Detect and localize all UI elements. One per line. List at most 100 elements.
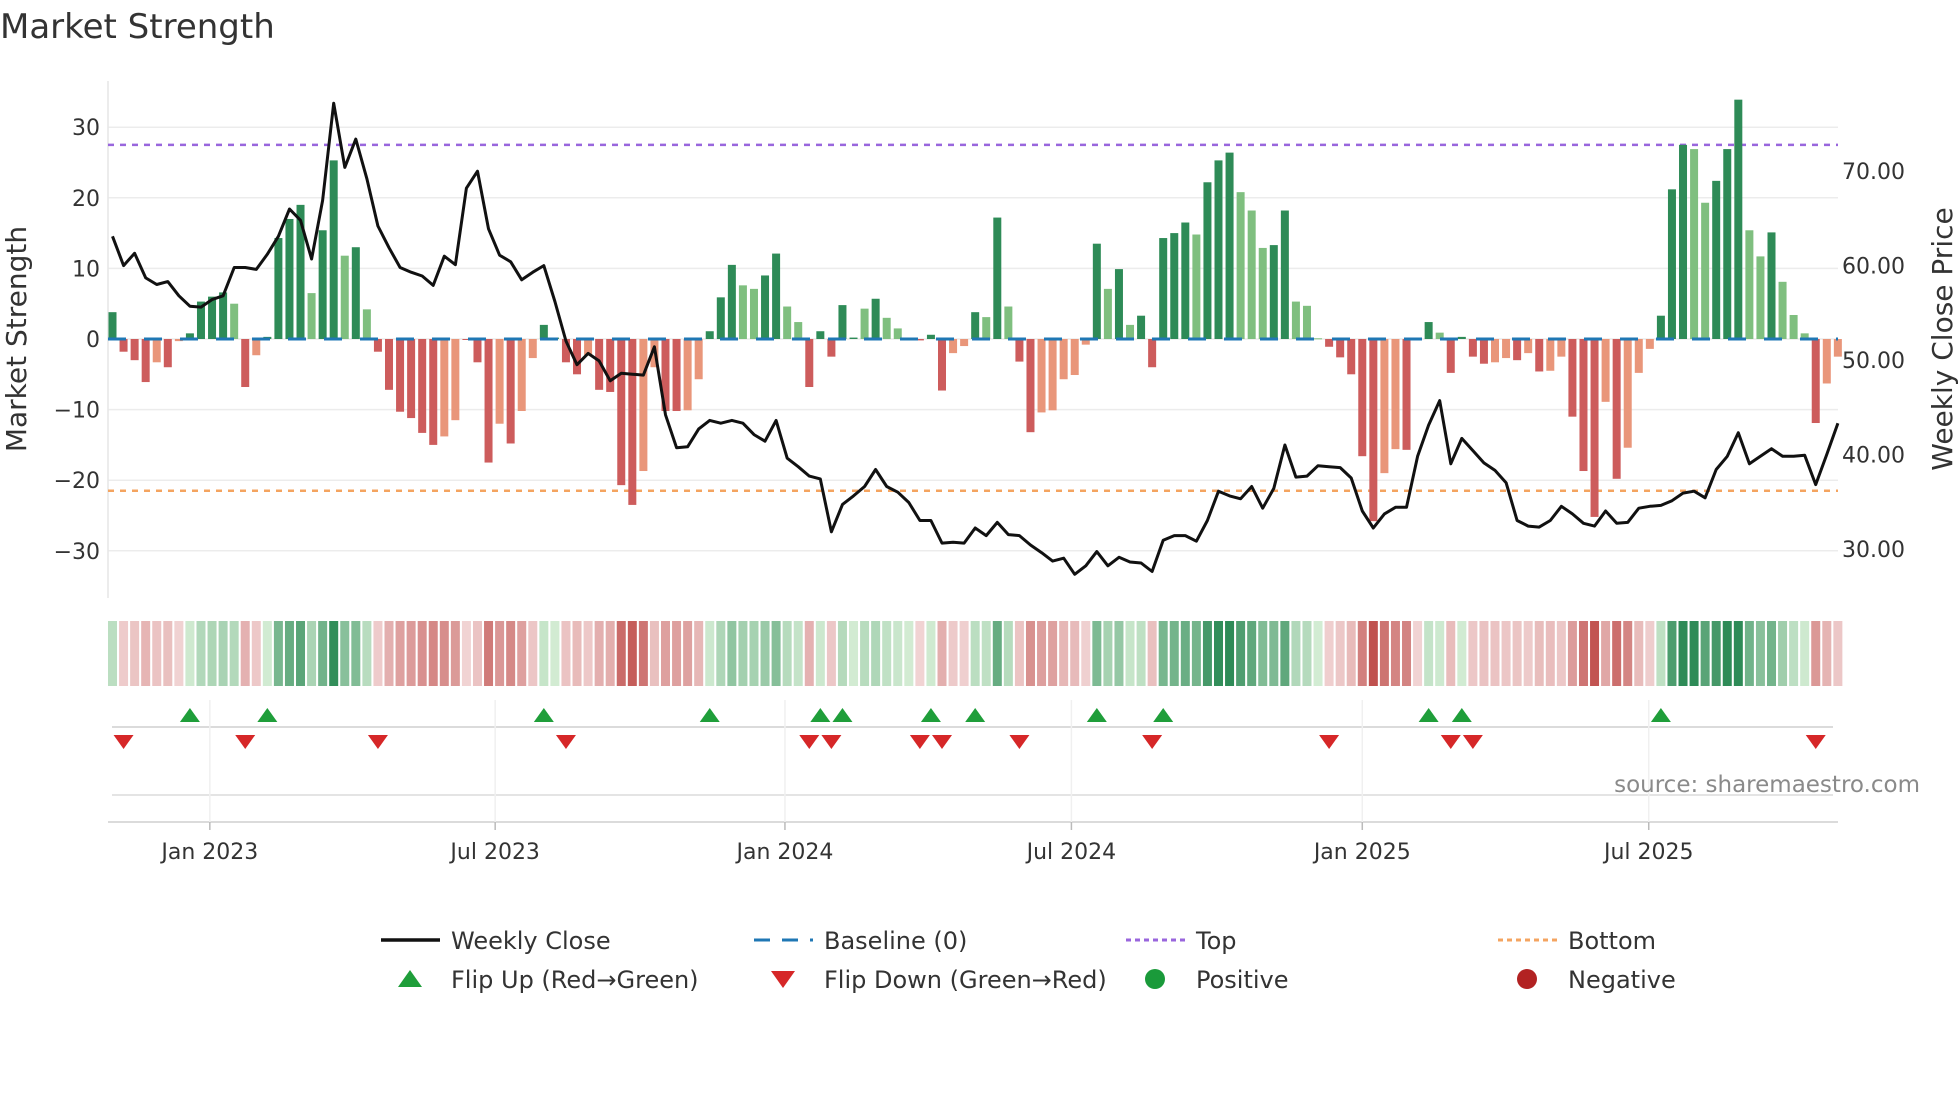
flip-up-marker — [699, 708, 720, 722]
strength-bar — [1491, 339, 1499, 363]
heat-cell — [1214, 621, 1223, 686]
heat-cell — [373, 621, 383, 686]
strength-bar — [1579, 339, 1588, 472]
heat-cell — [1025, 621, 1035, 686]
heat-cell — [826, 621, 836, 686]
strength-bar — [893, 328, 902, 339]
heat-cell — [185, 621, 195, 686]
heat-cell — [296, 621, 306, 686]
flip-up-marker — [257, 708, 278, 722]
heat-cell — [583, 621, 593, 686]
x-tick-label: Jan 2025 — [1312, 840, 1411, 865]
strength-bar — [1557, 339, 1566, 357]
heat-cell — [517, 621, 527, 686]
heat-cell — [1269, 621, 1279, 686]
strength-bar — [108, 312, 117, 339]
heat-cell — [130, 621, 140, 686]
strength-bar — [1380, 339, 1389, 474]
heat-cell — [1302, 621, 1312, 686]
heat-cell — [937, 621, 947, 686]
strength-bar — [1667, 189, 1676, 339]
legend-item: Baseline (0) — [754, 927, 967, 955]
heat-cell — [1612, 621, 1622, 686]
heat-cell — [815, 621, 825, 686]
heat-cell — [1070, 621, 1080, 686]
heat-cell — [506, 621, 516, 686]
flip-markers — [113, 708, 1826, 749]
right-y-tick-label: 50.00 — [1842, 349, 1905, 374]
strength-bar — [1114, 269, 1123, 339]
strength-bar — [407, 339, 416, 419]
heat-cell — [694, 621, 704, 686]
strength-bar — [1092, 243, 1101, 339]
heat-cell — [1711, 621, 1721, 686]
legend-item: Weekly Close — [381, 927, 611, 955]
y-tick-label: 0 — [86, 328, 100, 353]
strength-bar — [1126, 324, 1135, 339]
legend-item: Negative — [1517, 966, 1676, 994]
legend-item: Top — [1126, 927, 1237, 955]
strength-bar — [1778, 281, 1787, 339]
heat-cell — [1578, 621, 1588, 686]
right-y-tick-label: 70.00 — [1842, 160, 1905, 185]
strength-bar — [860, 308, 869, 339]
strength-bar — [1568, 339, 1577, 417]
heat-cell — [860, 621, 870, 686]
strength-bar — [1634, 339, 1643, 373]
heat-cell — [1800, 621, 1810, 686]
strength-bar — [1502, 339, 1511, 359]
x-tick-label: Jul 2025 — [1602, 840, 1694, 865]
flip-down-marker — [799, 735, 820, 749]
heat-cell — [1733, 621, 1743, 686]
strength-bar — [1701, 202, 1710, 339]
strength-bar — [252, 339, 261, 356]
heat-cell — [1755, 621, 1765, 686]
strength-bar — [373, 339, 382, 352]
legend-item: Bottom — [1498, 927, 1656, 955]
dot-neg-legend-icon — [1517, 969, 1537, 989]
heat-cell — [1180, 621, 1190, 686]
flip-down-marker — [1462, 735, 1483, 749]
legend-label: Flip Down (Green→Red) — [824, 966, 1107, 994]
strength-bar — [871, 298, 880, 339]
flip-down-marker — [113, 735, 134, 749]
heat-cell — [1014, 621, 1024, 686]
flip-down-marker — [932, 735, 952, 749]
heat-cell — [329, 621, 339, 686]
heat-cell — [1424, 621, 1434, 686]
heat-cell — [882, 621, 892, 686]
strength-bar — [783, 306, 792, 339]
heat-cell — [893, 621, 903, 686]
y-tick-label: 10 — [72, 257, 100, 282]
strength-bar — [528, 339, 537, 359]
left-y-axis-label: Market Strength — [0, 226, 33, 452]
strength-bar — [1513, 339, 1522, 361]
heat-cell — [1435, 621, 1445, 686]
tri-up-legend-icon — [398, 970, 422, 987]
flip-down-marker — [1440, 735, 1461, 749]
heat-cell — [1059, 621, 1069, 686]
heat-cell — [1590, 621, 1600, 686]
heat-cell — [1789, 621, 1799, 686]
heat-cell — [649, 621, 659, 686]
strength-bar — [495, 339, 504, 424]
strength-bar — [1524, 339, 1533, 354]
y-tick-label: 20 — [72, 187, 100, 212]
strength-bar — [1181, 222, 1190, 339]
strength-bar — [1446, 339, 1455, 373]
heat-cell — [1280, 621, 1290, 686]
source-label: source: sharemaestro.com — [1614, 772, 1920, 798]
strength-bar — [1679, 144, 1688, 339]
heat-cell — [1092, 621, 1102, 686]
heat-cell — [450, 621, 460, 686]
strength-bar — [285, 218, 294, 339]
strength-bar — [1789, 314, 1798, 339]
heat-cell — [1402, 621, 1412, 686]
strength-bar — [1358, 339, 1367, 457]
heat-cell — [174, 621, 184, 686]
strength-bar — [1192, 234, 1201, 339]
heat-cell — [1147, 621, 1157, 686]
strength-bar — [440, 339, 449, 437]
heat-cell — [1357, 621, 1367, 686]
heat-cell — [627, 621, 637, 686]
